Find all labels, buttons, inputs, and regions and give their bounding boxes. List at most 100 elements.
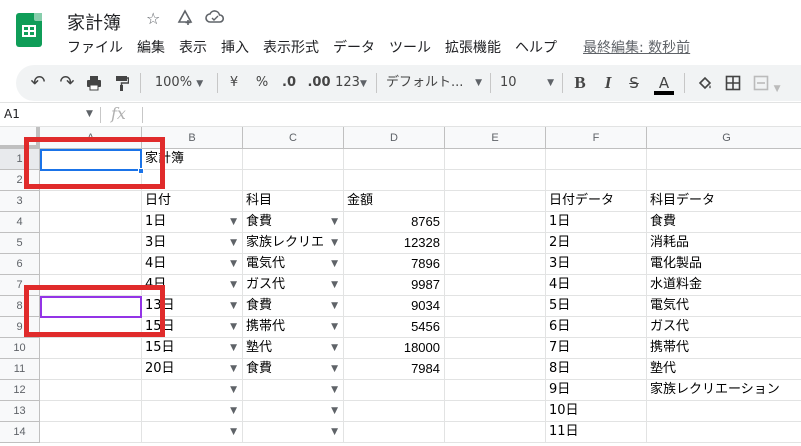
dropdown-chevron-icon[interactable]: ▼ [230,317,237,337]
grid-cell[interactable]: 日付データ [546,191,647,212]
grid-cell[interactable] [344,401,445,422]
grid-cell[interactable] [647,422,801,443]
grid-cell[interactable]: 食費 ▼ [243,296,344,317]
borders-icon[interactable] [722,71,744,95]
dropdown-chevron-icon[interactable]: ▼ [230,296,237,316]
grid-cell[interactable]: 15日 ▼ [142,338,243,359]
grid-cell[interactable]: 金額 [344,191,445,212]
grid-cell[interactable]: 7日 [546,338,647,359]
decrease-decimal-button[interactable]: .0 [278,71,300,95]
grid-cell[interactable] [445,296,546,317]
grid-cell[interactable] [546,149,647,170]
menu-item[interactable]: 挿入 [214,38,256,58]
row-header[interactable]: 13 [0,401,40,422]
grid-cell[interactable] [445,401,546,422]
strikethrough-button[interactable]: S [626,71,642,95]
grid-cell[interactable] [40,401,142,422]
row-header[interactable]: 11 [0,359,40,380]
grid-cell[interactable]: 塾代 [647,359,801,380]
grid-cell[interactable] [445,338,546,359]
sheets-logo-icon[interactable] [16,13,42,47]
dropdown-chevron-icon[interactable]: ▼ [230,422,237,442]
menu-item[interactable]: 編集 [130,38,172,58]
redo-icon[interactable]: ↷ [55,71,79,95]
grid-cell[interactable] [445,149,546,170]
grid-cell[interactable] [40,191,142,212]
grid-cell[interactable]: 水道料金 [647,275,801,296]
grid-cell[interactable] [344,149,445,170]
grid-cell[interactable]: ▼ [142,380,243,401]
dropdown-chevron-icon[interactable]: ▼ [331,296,338,316]
grid-cell[interactable]: 携帯代 [647,338,801,359]
grid-cell[interactable]: 8日 [546,359,647,380]
grid-cell[interactable]: 1日 ▼ [142,212,243,233]
grid-cell[interactable] [243,149,344,170]
menu-item[interactable]: ツール [382,38,438,58]
grid-cell[interactable]: 科目データ [647,191,801,212]
dropdown-chevron-icon[interactable]: ▼ [331,254,338,274]
grid-cell[interactable]: 食費 ▼ [243,359,344,380]
dropdown-chevron-icon[interactable]: ▼ [331,401,338,421]
dropdown-chevron-icon[interactable]: ▼ [331,422,338,442]
grid-cell[interactable] [344,380,445,401]
font-size-select[interactable]: 10 ▼ [500,71,554,95]
chevron-down-icon[interactable]: ▼ [86,109,93,119]
grid-cell[interactable] [40,338,142,359]
grid-cell[interactable]: 4日 [546,275,647,296]
grid-cell[interactable] [546,170,647,191]
dropdown-chevron-icon[interactable]: ▼ [230,212,237,232]
dropdown-chevron-icon[interactable]: ▼ [331,359,338,379]
grid-cell[interactable] [445,254,546,275]
grid-cell[interactable]: 11日 [546,422,647,443]
grid-cell[interactable] [40,212,142,233]
move-to-drive-icon[interactable] [176,9,194,32]
menu-item[interactable]: ヘルプ [508,38,564,58]
grid-cell[interactable] [647,170,801,191]
grid-cell[interactable]: ガス代 [647,317,801,338]
grid-cell[interactable]: 3日 ▼ [142,233,243,254]
dropdown-chevron-icon[interactable]: ▼ [331,317,338,337]
grid-cell[interactable]: 3日 [546,254,647,275]
star-icon[interactable]: ☆ [146,9,160,29]
cloud-status-icon[interactable] [205,9,225,30]
dropdown-chevron-icon[interactable]: ▼ [230,401,237,421]
row-header[interactable]: 4 [0,212,40,233]
grid-cell[interactable]: 電気代 [647,296,801,317]
grid-cell[interactable]: 9日 [546,380,647,401]
row-header[interactable]: 12 [0,380,40,401]
last-edit-link[interactable]: 最終編集: 数秒前 [583,38,690,58]
grid-cell[interactable] [445,212,546,233]
grid-cell[interactable]: 食費 ▼ [243,212,344,233]
paint-format-icon[interactable] [110,71,134,95]
undo-icon[interactable]: ↶ [26,71,50,95]
menu-item[interactable]: データ [326,38,382,58]
grid-cell[interactable]: 6日 [546,317,647,338]
row-header[interactable]: 3 [0,191,40,212]
grid-cell[interactable]: 5456 [344,317,445,338]
zoom-select[interactable]: 100% ▼ [148,71,210,95]
dropdown-chevron-icon[interactable]: ▼ [230,254,237,274]
grid-cell[interactable] [445,275,546,296]
dropdown-chevron-icon[interactable]: ▼ [331,212,338,232]
grid-cell[interactable]: ▼ [243,422,344,443]
column-header[interactable]: D [344,127,445,149]
row-header[interactable]: 5 [0,233,40,254]
dropdown-chevron-icon[interactable]: ▼ [230,338,237,358]
dropdown-chevron-icon[interactable]: ▼ [331,380,338,400]
grid-cell[interactable]: 7984 [344,359,445,380]
menu-item[interactable]: 表示 [172,38,214,58]
grid-cell[interactable]: 20日 ▼ [142,359,243,380]
grid-cell[interactable]: 10日 [546,401,647,422]
menu-item[interactable]: ファイル [60,38,130,58]
grid-cell[interactable]: 電気代 ▼ [243,254,344,275]
grid-cell[interactable] [647,149,801,170]
name-box[interactable]: A1 [4,107,20,121]
grid-cell[interactable] [344,422,445,443]
row-header[interactable]: 6 [0,254,40,275]
grid-cell[interactable]: 12328 [344,233,445,254]
grid-cell[interactable]: 4日 ▼ [142,254,243,275]
grid-cell[interactable] [647,401,801,422]
grid-cell[interactable]: 18000 [344,338,445,359]
grid-cell[interactable] [445,170,546,191]
grid-cell[interactable]: ガス代 ▼ [243,275,344,296]
